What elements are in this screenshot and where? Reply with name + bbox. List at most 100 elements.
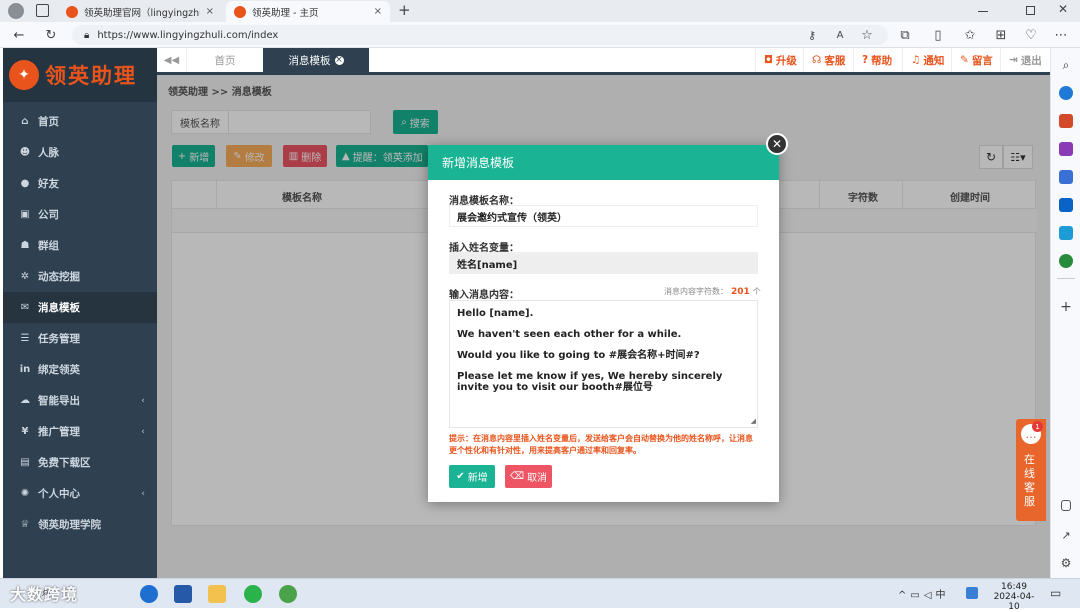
help-link[interactable]: ? 帮助 — [853, 48, 900, 72]
file-icon: ▤ — [20, 457, 30, 468]
sidebar-item-groups[interactable]: ☗ 群组 — [3, 230, 157, 261]
minimize-icon[interactable] — [978, 11, 988, 12]
extensions-icon[interactable]: ⧉ — [896, 26, 914, 44]
tree-icon[interactable] — [1059, 254, 1073, 268]
message-content-textarea[interactable]: Hello [name]. We haven't seen each other… — [449, 300, 758, 428]
name-variable-button[interactable]: 姓名[name] — [449, 252, 758, 274]
ie-icon[interactable] — [279, 585, 297, 603]
tab-label: 消息模板 — [288, 54, 331, 67]
tab-close-icon[interactable]: × — [206, 6, 214, 17]
clock-date: 2024-04-10 — [993, 592, 1035, 612]
dialog-close-button[interactable]: ✕ — [766, 133, 788, 155]
sidebar-item-contacts[interactable]: ☻ 人脉 — [3, 137, 157, 168]
notification-icon[interactable]: ▭ — [1050, 586, 1061, 600]
wechat-icon[interactable] — [244, 585, 262, 603]
maximize-icon[interactable] — [1026, 6, 1035, 15]
settings-icon[interactable]: ⚙ — [1059, 556, 1073, 570]
resize-handle-icon[interactable]: ◢ — [751, 416, 756, 427]
logout-icon: ⇥ — [1009, 54, 1018, 66]
template-name-field[interactable]: 展会邀约式宣传（领英） — [449, 205, 758, 227]
favorite-star-icon[interactable]: ☆ — [858, 26, 876, 44]
favorites-icon[interactable]: ✩ — [961, 26, 979, 44]
file-explorer-icon[interactable] — [208, 585, 226, 603]
service-link[interactable]: ☊ 客服 — [803, 48, 853, 72]
content-label: 输入消息内容： — [449, 290, 519, 301]
tools-icon[interactable] — [1059, 142, 1073, 156]
sidebar-item-downloads[interactable]: ▤ 免费下载区 — [3, 447, 157, 478]
sidebar-item-label: 好友 — [38, 178, 59, 190]
collections-icon[interactable]: ⊞ — [992, 26, 1010, 44]
tab-close-icon[interactable]: × — [334, 55, 344, 65]
sidebar-item-home[interactable]: ⌂ 首页 — [3, 106, 157, 137]
profile-avatar[interactable] — [8, 3, 24, 19]
logout-link[interactable]: ⇥ 退出 — [1000, 48, 1050, 72]
upgrade-link[interactable]: ◘ 升级 — [755, 48, 805, 72]
edge-icon[interactable] — [140, 585, 158, 603]
chevron-left-icon: ‹ — [141, 426, 145, 437]
taskbar-search-icon[interactable]: ⌕ — [42, 585, 49, 600]
shopping-icon[interactable] — [1059, 114, 1073, 128]
tab-close-icon[interactable]: × — [374, 6, 382, 17]
window-close-icon[interactable]: ✕ — [1058, 2, 1068, 16]
graduation-cap-icon: ♕ — [20, 519, 30, 530]
sidebar-item-friends[interactable]: ● 好友 — [3, 168, 157, 199]
app-logo[interactable]: ✦ 领英助理 — [3, 48, 157, 102]
upgrade-label: 升级 — [775, 54, 797, 67]
sidebar-item-company[interactable]: ▣ 公司 — [3, 199, 157, 230]
url-field[interactable]: 🔒︎ https://www.lingyingzhuli.com/index — [72, 25, 888, 45]
tab-templates[interactable]: 消息模板 × — [263, 48, 369, 72]
browser-tab-2[interactable]: 领英助理 - 主页 × — [226, 1, 390, 22]
sidebar-item-academy[interactable]: ♕ 领英助理学院 — [3, 509, 157, 540]
tab-scroll-left-icon[interactable]: ◀◀ — [157, 48, 187, 72]
online-service-widget[interactable]: … 1 在线客服 — [1016, 419, 1046, 521]
refresh-icon[interactable]: ↻ — [42, 26, 60, 44]
chevron-left-icon: ‹ — [141, 488, 145, 499]
split-screen-icon[interactable]: ▯ — [929, 26, 947, 44]
sidebar-item-label: 群组 — [38, 240, 59, 252]
tab-actions-icon[interactable] — [36, 4, 49, 17]
browser-tab-1[interactable]: 领英助理官网（lingyingzhuli.com × — [58, 1, 222, 22]
add-icon[interactable]: + — [1059, 299, 1073, 315]
cancel-button[interactable]: ⌫ 取消 — [505, 465, 552, 488]
notify-link[interactable]: ♫ 通知 — [902, 48, 952, 72]
back-icon[interactable]: ← — [10, 26, 28, 44]
notify-label: 通知 — [923, 54, 945, 67]
sidebar-item-promotion[interactable]: ¥ 推广管理 ‹ — [3, 416, 157, 447]
users-icon: ☻ — [19, 147, 31, 158]
sidebar-item-label: 公司 — [38, 209, 59, 221]
external-link-icon[interactable]: ↗ — [1059, 528, 1073, 542]
new-tab-button[interactable]: + — [398, 1, 411, 19]
sidebar-item-label: 绑定领英 — [38, 364, 80, 376]
search-icon[interactable]: ⌕ — [1059, 58, 1073, 72]
submit-button[interactable]: ✔ 新增 — [449, 465, 495, 488]
browser-essentials-icon[interactable]: ♡ — [1022, 26, 1040, 44]
chat-widget-label: 在线客服 — [1024, 453, 1035, 508]
store-icon[interactable] — [174, 585, 192, 603]
sidebar-item-mining[interactable]: ✲ 动态挖掘 — [3, 261, 157, 292]
char-count-prefix: 消息内容字符数： — [664, 287, 728, 296]
sidebar-item-label: 领英助理学院 — [38, 519, 101, 531]
outlook-icon[interactable] — [1059, 198, 1073, 212]
read-aloud-icon[interactable]: A — [831, 26, 849, 44]
cog-icon: ✺ — [20, 488, 30, 499]
sidebar-item-profile[interactable]: ✺ 个人中心 ‹ — [3, 478, 157, 509]
sidebar-item-templates[interactable]: ✉ 消息模板 — [3, 292, 157, 323]
sidebar-item-bind-linkedin[interactable]: in 绑定领英 — [3, 354, 157, 385]
more-menu-icon[interactable]: ⋯ — [1052, 26, 1070, 44]
copilot-icon[interactable] — [1059, 86, 1073, 100]
input-method-icon[interactable] — [966, 587, 978, 599]
key-icon[interactable]: ⚷ — [803, 26, 821, 44]
games-icon[interactable] — [1059, 170, 1073, 184]
tab-home[interactable]: 首页 — [187, 48, 263, 72]
sidebar-item-export[interactable]: ☁ 智能导出 ‹ — [3, 385, 157, 416]
lock-icon: 🔒︎ — [84, 29, 90, 41]
drop-icon[interactable] — [1059, 226, 1073, 240]
system-tray-icons[interactable]: ^▭◁中 — [898, 586, 950, 601]
yen-icon: ¥ — [21, 426, 29, 437]
message-link[interactable]: ✎ 留言 — [951, 48, 1001, 72]
sidebar-item-label: 免费下载区 — [38, 457, 91, 469]
sidebar-toggle-icon[interactable] — [1061, 500, 1071, 511]
cancel-label: 取消 — [527, 473, 548, 484]
logout-label: 退出 — [1020, 54, 1042, 67]
sidebar-item-tasks[interactable]: ☰ 任务管理 — [3, 323, 157, 354]
